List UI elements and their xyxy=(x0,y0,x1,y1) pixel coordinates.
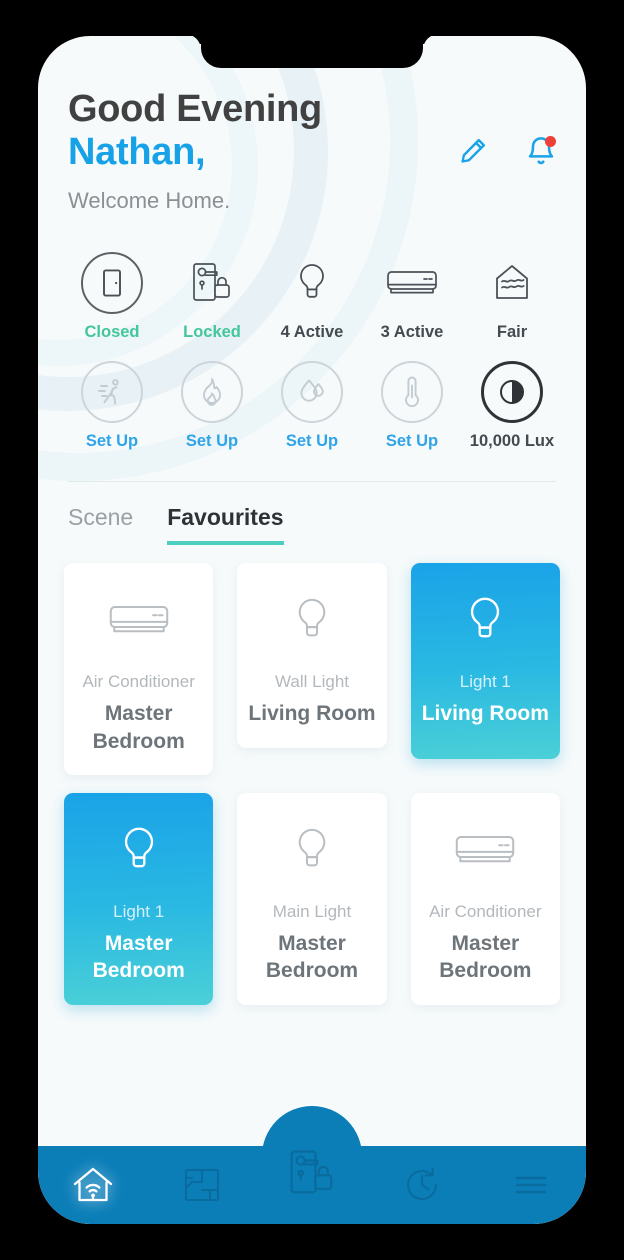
air-conditioner-icon xyxy=(107,589,171,651)
status-item-lock[interactable]: Locked xyxy=(162,252,262,343)
air-conditioner-icon xyxy=(381,252,443,314)
device-name: Air Conditioner xyxy=(82,672,195,692)
device-card-light-1-living-room[interactable]: Light 1 Living Room xyxy=(410,563,560,760)
status-row-primary: Closed Locked 4 Active 3 Active Fair xyxy=(62,251,562,343)
device-row: Air Conditioner Master Bedroom Wall Ligh… xyxy=(64,563,560,775)
status-item-humidity[interactable]: Set Up xyxy=(262,360,362,452)
door-lock-icon xyxy=(181,252,243,314)
device-card-air-conditioner-master-bedroom[interactable]: Air Conditioner Master Bedroom xyxy=(64,563,214,775)
status-label: 3 Active xyxy=(380,322,444,341)
status-item-brightness[interactable]: 10,000 Lux xyxy=(462,360,562,452)
device-row: Light 1 Master Bedroom Main Light Master… xyxy=(64,793,560,1005)
nav-item-lock[interactable] xyxy=(257,1150,367,1210)
device-room: Master Bedroom xyxy=(92,931,185,983)
tab-scene[interactable]: Scene xyxy=(68,504,133,541)
status-grid: Closed Locked 4 Active 3 Active Fair Set… xyxy=(62,251,562,452)
device-name: Light 1 xyxy=(113,902,165,921)
nav-item-menu[interactable] xyxy=(476,1171,586,1199)
status-label: 4 Active xyxy=(280,322,344,341)
status-item-door[interactable]: Closed xyxy=(62,251,162,343)
bulb-icon xyxy=(293,589,331,651)
status-label: Closed xyxy=(84,322,140,341)
device-card-grid: Air Conditioner Master Bedroom Wall Ligh… xyxy=(38,545,586,1005)
device-room: Master Bedroom xyxy=(92,702,185,753)
device-card-air-conditioner-master-bedroom-2[interactable]: Air Conditioner Master Bedroom xyxy=(410,793,560,1005)
device-room: Master Bedroom xyxy=(439,931,532,983)
air-quality-house-icon xyxy=(481,252,543,314)
status-item-ac[interactable]: 3 Active xyxy=(362,252,462,343)
nav-item-history[interactable] xyxy=(367,1164,477,1206)
status-item-motion[interactable]: Set Up xyxy=(62,360,162,452)
bulb-icon xyxy=(119,819,159,881)
floorplan-icon xyxy=(182,1165,222,1205)
flame-icon xyxy=(181,360,243,423)
edit-button[interactable] xyxy=(456,136,490,170)
header-actions xyxy=(456,136,558,170)
device-name: Wall Light xyxy=(274,672,349,692)
status-label: Set Up xyxy=(385,431,439,450)
status-label: 10,000 Lux xyxy=(469,431,555,450)
bulb-icon xyxy=(293,819,331,881)
home-wifi-icon xyxy=(70,1163,116,1207)
welcome-subtitle: Welcome Home. xyxy=(68,187,231,213)
nav-item-home[interactable] xyxy=(38,1163,148,1207)
nav-items xyxy=(38,1146,586,1224)
device-name: Light 1 xyxy=(459,672,511,692)
app-screen: Good Evening Nathan, Welcome Home. Close… xyxy=(38,36,586,1224)
device-room: Living Room xyxy=(248,702,376,726)
phone-frame: Good Evening Nathan, Welcome Home. Close… xyxy=(38,36,586,1224)
status-label: Locked xyxy=(183,322,241,341)
device-name: Main Light xyxy=(272,902,352,921)
phone-notch xyxy=(201,36,423,68)
device-card-main-light-master-bedroom[interactable]: Main Light Master Bedroom xyxy=(237,793,387,1005)
air-conditioner-icon xyxy=(453,819,517,881)
device-card-light-1-master-bedroom[interactable]: Light 1 Master Bedroom xyxy=(64,793,214,1005)
device-room: Master Bedroom xyxy=(265,931,359,983)
menu-icon xyxy=(512,1171,550,1199)
device-name: Air Conditioner xyxy=(429,902,542,921)
status-label: Set Up xyxy=(285,431,339,450)
status-label: Set Up xyxy=(85,431,139,450)
device-room: Living Room xyxy=(421,702,549,726)
humidity-icon xyxy=(281,360,343,423)
notifications-button[interactable] xyxy=(524,136,558,170)
bottom-navigation xyxy=(38,1106,586,1224)
brightness-icon xyxy=(481,360,543,423)
device-card-wall-light-living-room[interactable]: Wall Light Living Room xyxy=(237,563,387,748)
thermometer-icon xyxy=(381,360,443,423)
status-item-lights[interactable]: 4 Active xyxy=(262,252,362,343)
bulb-icon xyxy=(281,252,343,314)
status-item-air-quality[interactable]: Fair xyxy=(462,252,562,343)
tab-favourites[interactable]: Favourites xyxy=(167,504,284,546)
status-item-smoke[interactable]: Set Up xyxy=(162,360,262,452)
door-icon xyxy=(81,251,143,314)
screenshot-root: Good Evening Nathan, Welcome Home. Close… xyxy=(0,0,624,1260)
motion-sensor-icon xyxy=(81,360,143,423)
history-clock-icon xyxy=(401,1164,443,1206)
notification-badge xyxy=(545,136,556,147)
bulb-icon xyxy=(465,589,505,651)
status-item-temperature[interactable]: Set Up xyxy=(362,360,462,452)
status-label: Set Up xyxy=(185,431,239,450)
status-row-secondary: Set Up Set Up Set Up Set Up 10,000 Lux xyxy=(62,360,562,452)
greeting-text: Good Evening xyxy=(68,88,322,130)
status-label: Fair xyxy=(496,322,528,341)
tab-bar: Scene Favourites xyxy=(38,482,586,546)
door-lock-icon xyxy=(286,1148,338,1198)
pencil-icon xyxy=(458,136,488,171)
nav-item-floorplan[interactable] xyxy=(148,1165,258,1205)
